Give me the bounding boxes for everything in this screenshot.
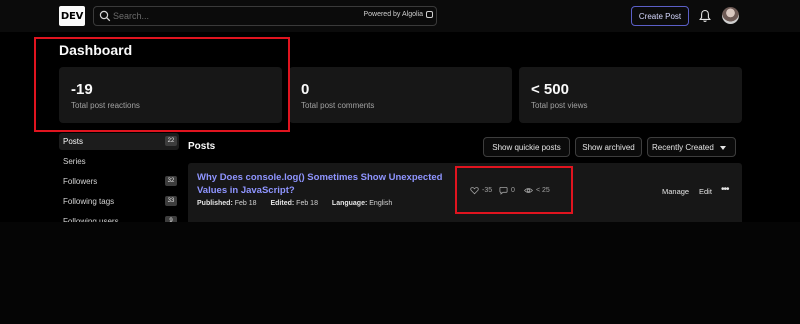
posts-heading: Posts	[188, 141, 216, 152]
eye-icon	[524, 188, 533, 193]
sort-select-value: Recently Created	[652, 143, 714, 152]
create-post-button[interactable]: Create Post	[631, 6, 689, 26]
comment-icon	[499, 186, 508, 195]
sidebar-item-following-tags[interactable]: Following tags 33	[59, 193, 179, 210]
stat-card-reactions: -19 Total post reactions	[59, 67, 282, 123]
top-navigation-bar: DEV Powered by Algolia Create Post	[0, 0, 800, 32]
more-options-icon[interactable]: •••	[721, 184, 729, 195]
sidebar-item-series[interactable]: Series	[59, 153, 179, 170]
sidebar-item-count: 32	[165, 176, 177, 186]
algolia-icon	[426, 11, 433, 18]
stat-label: Total post comments	[301, 101, 375, 110]
published-date: Feb 18	[234, 200, 257, 207]
sidebar-item-count: 33	[165, 196, 177, 206]
post-title-link[interactable]: Why Does console.log() Sometimes Show Un…	[197, 171, 447, 197]
powered-by-algolia[interactable]: Powered by Algolia	[363, 11, 433, 18]
language-label: Language:	[331, 200, 368, 207]
stat-label: Total post reactions	[71, 101, 140, 110]
stat-label: Total post views	[531, 101, 588, 110]
sidebar-item-label: Followers	[63, 177, 98, 186]
comments-count: 0	[511, 187, 515, 194]
stat-value: < 500	[531, 81, 569, 98]
show-quickie-posts-button[interactable]: Show quickie posts	[483, 137, 570, 157]
published-label: Published:	[197, 200, 233, 207]
post-reactions: -35	[470, 186, 492, 195]
stat-card-comments: 0 Total post comments	[289, 67, 512, 123]
search-input[interactable]	[113, 9, 343, 23]
show-archived-button[interactable]: Show archived	[575, 137, 642, 157]
search-icon	[99, 10, 111, 22]
post-comments: 0	[499, 186, 515, 195]
sidebar-item-label: Posts	[63, 137, 84, 146]
dev-logo[interactable]: DEV	[59, 6, 85, 26]
reactions-count: -35	[482, 187, 493, 194]
stat-value: 0	[301, 81, 310, 98]
manage-link[interactable]: Manage	[662, 187, 689, 196]
search-box[interactable]: Powered by Algolia	[93, 6, 437, 26]
sidebar-item-posts[interactable]: Posts 22	[59, 133, 179, 150]
sidebar-item-count: 22	[165, 136, 177, 146]
chevron-down-icon	[720, 146, 726, 150]
stat-value: -19	[71, 81, 93, 98]
edit-link[interactable]: Edit	[699, 187, 712, 196]
sidebar-item-label: Following tags	[63, 197, 115, 206]
sidebar-item-followers[interactable]: Followers 32	[59, 173, 179, 190]
language-value: English	[369, 200, 393, 207]
post-views: < 25	[524, 186, 550, 195]
sidebar-item-label: Series	[63, 157, 86, 166]
post-meta: Published: Feb 18 Edited: Feb 18 Languag…	[197, 200, 404, 207]
user-avatar[interactable]	[722, 7, 739, 24]
heart-icon	[470, 187, 479, 195]
blank-lower-area	[0, 222, 800, 324]
powered-by-label: Powered by Algolia	[363, 11, 423, 18]
stat-card-views: < 500 Total post views	[519, 67, 742, 123]
edited-label: Edited:	[270, 200, 295, 207]
notifications-bell-icon[interactable]	[699, 9, 711, 23]
page-title: Dashboard	[59, 42, 133, 58]
edited-date: Feb 18	[296, 200, 318, 207]
views-count: < 25	[536, 187, 550, 194]
sort-select[interactable]: Recently Created	[647, 137, 736, 157]
